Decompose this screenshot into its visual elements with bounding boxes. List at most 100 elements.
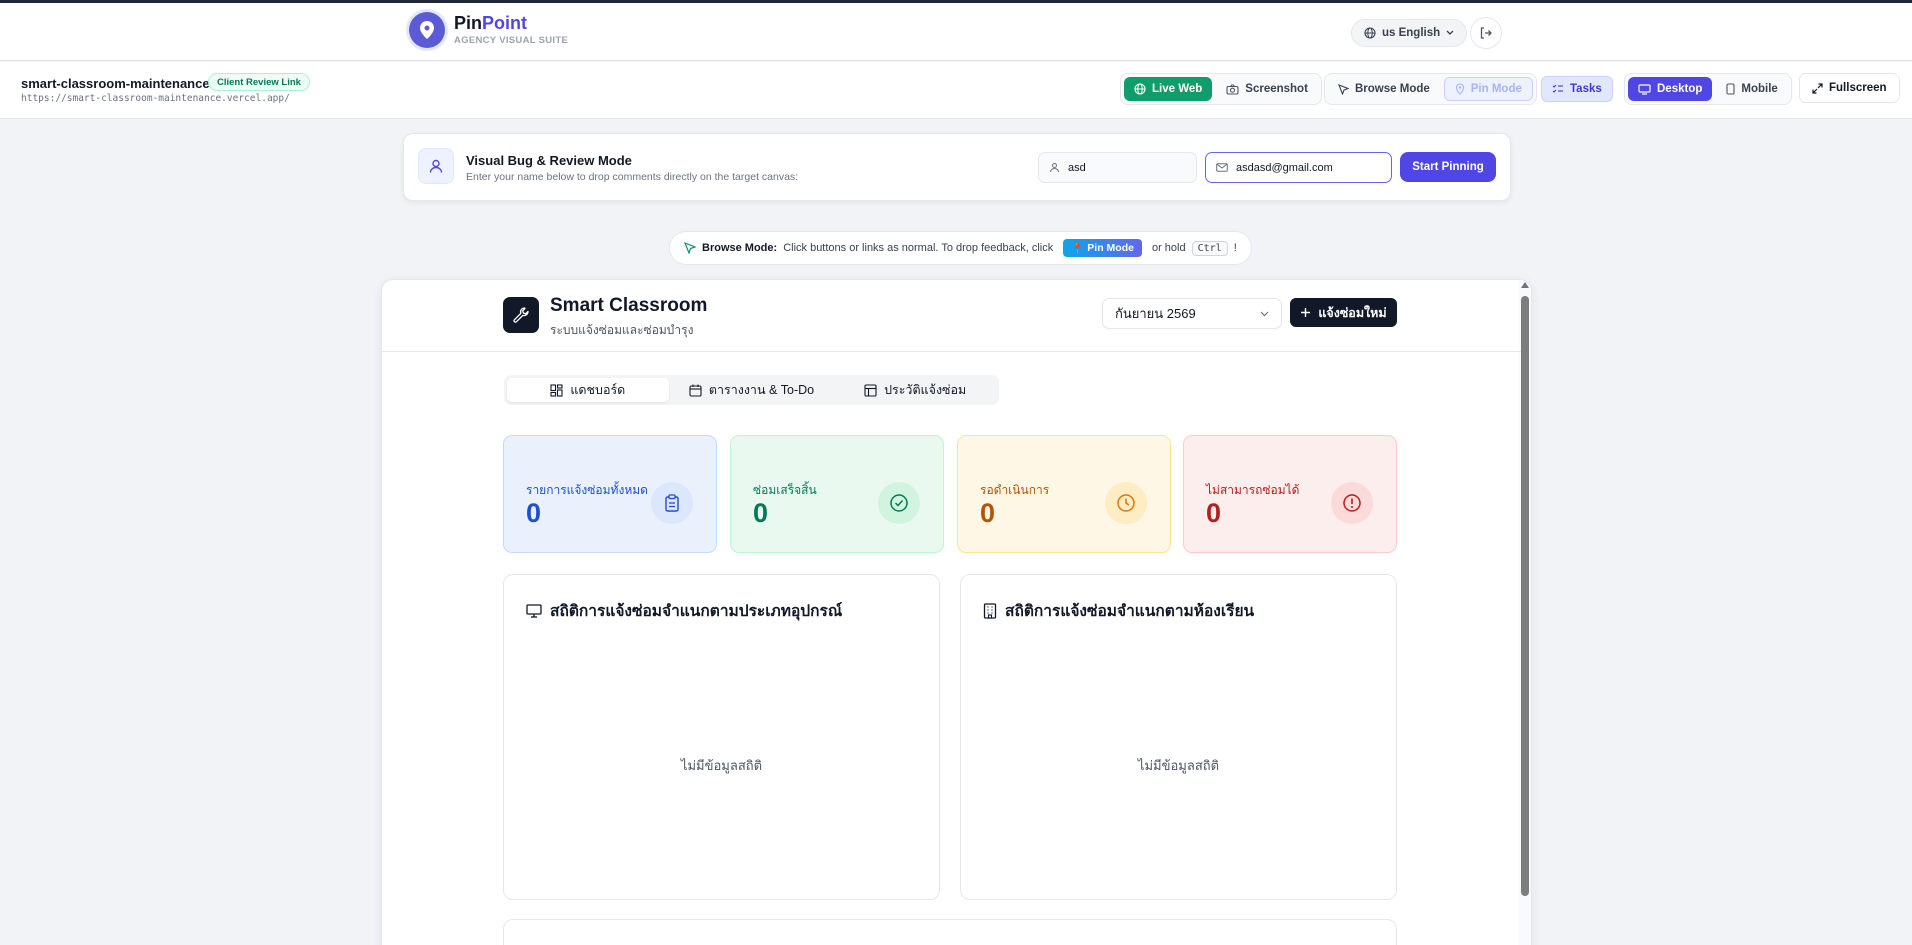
review-mode-card: Visual Bug & Review Mode Enter your name… xyxy=(403,133,1511,201)
mail-icon xyxy=(1216,163,1228,172)
review-title: Visual Bug & Review Mode xyxy=(466,153,632,168)
app-subtitle: ระบบแจ้งซ่อมและซ่อมบำรุง xyxy=(550,323,694,337)
tab-history[interactable]: ประวัติแจ้งซ่อม xyxy=(834,378,996,402)
review-subtitle: Enter your name below to drop comments d… xyxy=(466,171,799,183)
dashboard-icon xyxy=(550,383,563,397)
live-web-label: Live Web xyxy=(1152,83,1203,95)
stat-value: 0 xyxy=(980,498,996,528)
stat-card-total: รายการแจ้งซ่อมทั้งหมด 0 xyxy=(503,435,717,553)
empty-state: ไม่มีข้อมูลสถิติ xyxy=(1137,758,1220,773)
pushpin-icon: 📍 xyxy=(1071,242,1085,255)
ctrl-key: Ctrl xyxy=(1191,240,1228,256)
equipment-stats-panel: สถิติการแจ้งซ่อมจำแนกตามประเภทอุปกรณ์ ไม… xyxy=(503,574,940,900)
project-toolbar: smart-classroom-maintenance Client Revie… xyxy=(0,62,1912,119)
chevron-down-icon xyxy=(1446,30,1454,35)
building-icon xyxy=(983,602,997,619)
mode-toggle: Browse Mode Pin Mode xyxy=(1324,73,1537,105)
brand-header: PinPoint AGENCY VISUAL SUITE us English xyxy=(0,3,1912,61)
panel-title-text: สถิติการแจ้งซ่อมจำแนกตามห้องเรียน xyxy=(1005,603,1255,620)
new-repair-button[interactable]: แจ้งซ่อมใหม่ xyxy=(1290,298,1397,327)
brand-subtitle: AGENCY VISUAL SUITE xyxy=(454,35,569,46)
pin-mode-button[interactable]: Pin Mode xyxy=(1443,77,1533,101)
monitor-icon xyxy=(1638,83,1651,95)
hint-text: Click buttons or links as normal. To dro… xyxy=(783,242,1054,254)
classroom-stats-panel: สถิติการแจ้งซ่อมจำแนกตามห้องเรียน ไม่มีข… xyxy=(960,574,1397,900)
start-pinning-button[interactable]: Start Pinning xyxy=(1400,152,1496,182)
user-icon xyxy=(418,148,454,184)
alert-circle-icon xyxy=(1331,482,1373,524)
target-site-frame[interactable]: Smart Classroom ระบบแจ้งซ่อมและซ่อมบำรุง… xyxy=(381,279,1532,945)
hint-or-hold: or hold xyxy=(1151,242,1186,254)
browse-mode-button[interactable]: Browse Mode xyxy=(1328,77,1440,101)
pinpoint-logo[interactable] xyxy=(409,12,445,48)
tab-schedule[interactable]: ตารางงาน & To-Do xyxy=(671,378,833,402)
stat-card-unrepairable: ไม่สามารถซ่อมได้ 0 xyxy=(1183,435,1397,553)
mobile-label: Mobile xyxy=(1741,83,1778,95)
tab-history-label: ประวัติแจ้งซ่อม xyxy=(884,383,967,397)
mobile-button[interactable]: Mobile xyxy=(1716,77,1787,101)
language-selector[interactable]: us English xyxy=(1351,19,1468,47)
map-pin-icon xyxy=(420,21,434,39)
list-check-icon xyxy=(1552,84,1563,93)
month-value: กันยายน 2569 xyxy=(1115,306,1196,321)
logout-button[interactable] xyxy=(1470,17,1502,49)
app-tabs: แดชบอร์ด ตารางงาน & To-Do ประวัติแจ้งซ่อ… xyxy=(504,375,999,405)
user-icon xyxy=(1050,163,1059,173)
name-input[interactable] xyxy=(1068,161,1188,174)
monitor-icon xyxy=(526,603,542,618)
desktop-button[interactable]: Desktop xyxy=(1628,77,1713,101)
panel-title: สถิติการแจ้งซ่อมจำแนกตามห้องเรียน xyxy=(983,598,1254,623)
cursor-icon xyxy=(1338,83,1349,95)
fullscreen-label: Fullscreen xyxy=(1829,82,1887,94)
hint-label: Browse Mode: xyxy=(702,242,778,254)
source-toggle: Live Web Screenshot xyxy=(1120,73,1322,105)
fullscreen-button[interactable]: Fullscreen xyxy=(1799,73,1900,103)
screenshot-button[interactable]: Screenshot xyxy=(1216,77,1318,101)
tasks-button[interactable]: Tasks xyxy=(1541,76,1613,102)
panel-title: สถิติการแจ้งซ่อมจำแนกตามประเภทอุปกรณ์ xyxy=(526,598,842,623)
hint-end: ! xyxy=(1233,242,1237,254)
stat-card-completed: ซ่อมเสร็จสิ้น 0 xyxy=(730,435,944,553)
clipboard-icon xyxy=(651,482,693,524)
desktop-label: Desktop xyxy=(1657,83,1703,95)
panel-title-text: สถิติการแจ้งซ่อมจำแนกตามประเภทอุปกรณ์ xyxy=(550,603,843,620)
clock-icon xyxy=(1105,482,1147,524)
expand-icon xyxy=(1812,82,1823,94)
scrollbar-thumb[interactable] xyxy=(1521,296,1529,896)
new-repair-label: แจ้งซ่อมใหม่ xyxy=(1318,305,1387,320)
app-header: Smart Classroom ระบบแจ้งซ่อมและซ่อมบำรุง… xyxy=(382,280,1521,352)
language-label: us English xyxy=(1382,27,1441,39)
stat-label: รายการแจ้งซ่อมทั้งหมด xyxy=(526,483,648,497)
brand-name: PinPoint xyxy=(454,13,528,33)
screenshot-label: Screenshot xyxy=(1245,83,1308,95)
project-url[interactable]: https://smart-classroom-maintenance.verc… xyxy=(21,93,290,104)
smartphone-icon xyxy=(1726,83,1735,95)
name-field[interactable] xyxy=(1038,152,1197,183)
device-toggle: Desktop Mobile xyxy=(1624,73,1792,105)
live-web-button[interactable]: Live Web xyxy=(1124,77,1213,101)
pin-mode-chip[interactable]: 📍 Pin Mode xyxy=(1063,239,1142,257)
browse-mode-hint: Browse Mode: Click buttons or links as n… xyxy=(669,231,1252,265)
scroll-up-arrow[interactable] xyxy=(1521,282,1529,288)
tasks-label: Tasks xyxy=(1570,83,1602,95)
empty-state: ไม่มีข้อมูลสถิติ xyxy=(680,758,763,773)
email-input[interactable] xyxy=(1236,161,1386,174)
stat-card-pending: รอดำเนินการ 0 xyxy=(957,435,1171,553)
camera-icon xyxy=(1226,83,1239,95)
project-name: smart-classroom-maintenance xyxy=(21,76,210,91)
tab-dashboard-label: แดชบอร์ด xyxy=(570,383,626,397)
tab-dashboard[interactable]: แดชบอร์ด xyxy=(507,378,669,402)
globe-icon xyxy=(1134,83,1146,95)
cursor-icon xyxy=(684,242,696,254)
plus-icon xyxy=(1301,308,1311,317)
frame-scrollbar[interactable] xyxy=(1519,280,1531,945)
tab-schedule-label: ตารางงาน & To-Do xyxy=(708,383,815,397)
client-review-badge: Client Review Link xyxy=(208,73,310,91)
month-select[interactable]: กันยายน 2569 xyxy=(1102,298,1282,329)
wrench-icon xyxy=(503,297,539,333)
email-field[interactable] xyxy=(1205,152,1392,183)
app-title: Smart Classroom xyxy=(550,295,708,316)
additional-panel xyxy=(503,919,1397,945)
pin-mode-label: Pin Mode xyxy=(1470,83,1522,95)
browse-mode-label: Browse Mode xyxy=(1355,83,1430,95)
